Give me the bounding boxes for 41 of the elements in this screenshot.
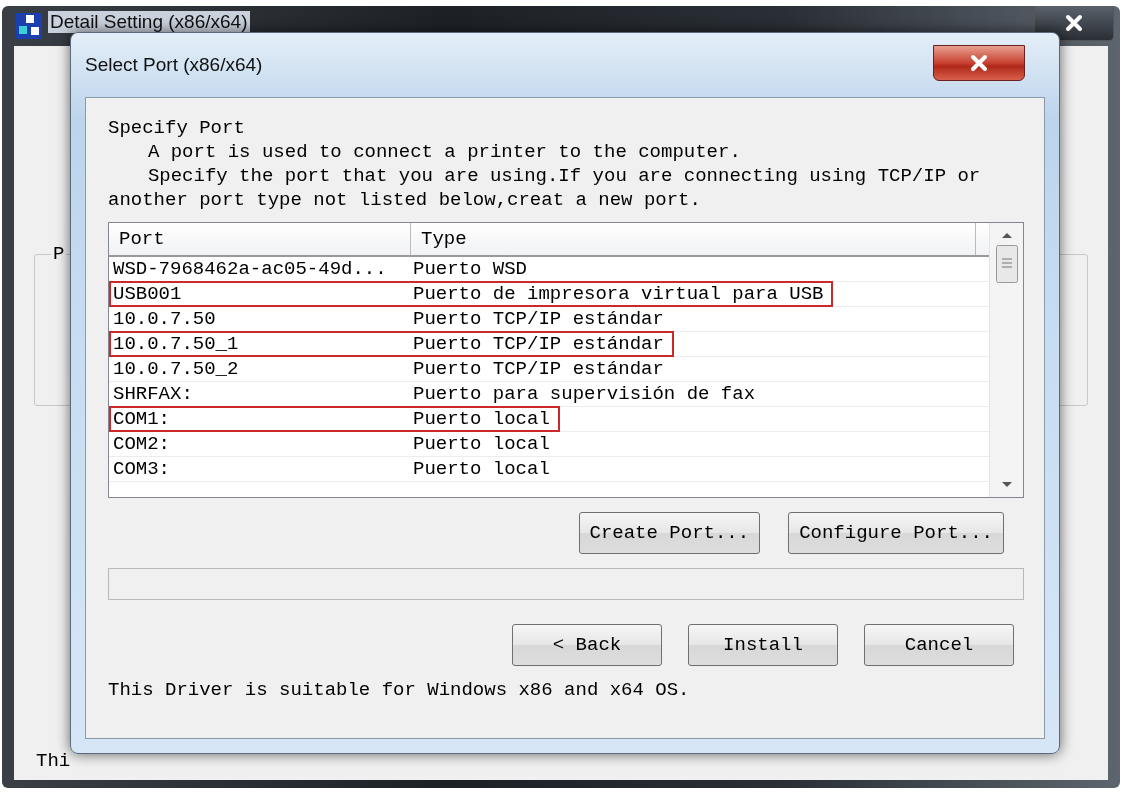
column-header[interactable]: Type [411,223,976,255]
type-cell-text: Puerto local [412,408,551,430]
up-arrow-icon[interactable] [1000,231,1013,239]
close-icon[interactable] [970,54,988,72]
port-cell[interactable]: COM2: [111,433,411,455]
port-cell[interactable]: 10.0.7.50 [111,308,411,330]
type-cell-text: Puerto TCP/IP estándar [412,358,665,380]
port-cell[interactable]: 10.0.7.50_1 [111,333,411,355]
port-cell[interactable]: WSD-7968462a-ac05-49d... [111,258,411,280]
type-cell-text: Puerto WSD [412,258,529,280]
dialog-title: Select Port (x86/x64) [85,54,263,76]
type-cell-text: Puerto local [412,433,551,455]
instruction-text: Specify the port that you are using.If you are connecting using TCP/IP or another port type not listed below,creat a new port. [108,164,982,212]
port-cell[interactable]: SHRFAX: [111,383,411,405]
nav-button[interactable]: < Back [512,624,662,666]
close-button[interactable] [1034,6,1114,41]
port-cell[interactable]: COM1: [111,408,411,430]
port-cell[interactable]: 10.0.7.50_2 [111,358,411,380]
cubes-icon [16,13,42,39]
column-header[interactable]: Port [109,223,411,255]
scroll-thumb[interactable] [995,245,1018,283]
type-cell-text: Puerto de impresora virtual para USB [412,283,825,305]
intro-text: A port is used to connect a printer to the computer. [146,140,742,164]
section-heading: Specify Port [108,116,246,140]
scrollbar[interactable] [989,223,1023,497]
close-icon[interactable] [1065,14,1083,32]
type-cell-text: Puerto TCP/IP estándar [412,333,665,355]
type-cell-text: Puerto local [412,458,551,480]
nav-button[interactable]: Install [688,624,838,666]
port-cell[interactable]: USB001 [111,283,411,305]
type-cell-text: Puerto para supervisión de fax [412,383,757,405]
port-button[interactable]: Configure Port... [788,512,1004,554]
down-arrow-icon[interactable] [1000,481,1013,489]
type-cell-text: Puerto TCP/IP estándar [412,308,665,330]
close-button[interactable] [933,45,1025,81]
note-text: This Driver is suitable for Windows x86 and x64 OS. [108,678,691,702]
nav-button[interactable]: Cancel [864,624,1014,666]
window-title: Detail Setting (x86/x64) [48,11,250,33]
footer-text: Thi [36,750,72,772]
port-cell[interactable]: COM3: [111,458,411,480]
port-button[interactable]: Create Port... [578,512,761,554]
